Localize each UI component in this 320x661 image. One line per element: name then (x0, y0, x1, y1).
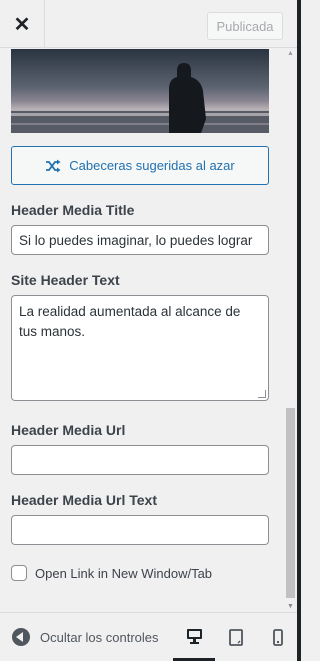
open-new-window-checkbox[interactable] (11, 565, 27, 581)
header-media-title-label: Header Media Title (11, 202, 135, 218)
header-media-url-text-input[interactable] (11, 515, 269, 545)
site-header-text-label: Site Header Text (11, 272, 120, 288)
desktop-icon (186, 628, 202, 644)
site-header-text-textarea[interactable]: La realidad aumentada al alcance de tus … (11, 295, 269, 401)
close-button[interactable]: ✕ (0, 0, 45, 48)
customizer-footer: Ocultar los controles (0, 612, 297, 661)
hide-controls-button[interactable]: Ocultar los controles (12, 613, 159, 661)
device-tablet-button[interactable] (215, 613, 257, 661)
header-media-url-input[interactable] (11, 445, 269, 475)
header-image-picture (11, 49, 269, 133)
open-new-window-label[interactable]: Open Link in New Window/Tab (35, 566, 212, 581)
scrollbar-thumb[interactable] (286, 408, 295, 598)
header-media-title-input[interactable]: Si lo puedes imaginar, lo puedes lograr (11, 225, 269, 255)
tablet-icon (229, 628, 243, 646)
device-desktop-button[interactable] (173, 613, 215, 661)
shuffle-icon (46, 159, 61, 172)
collapse-arrow-icon (12, 628, 30, 646)
publish-button[interactable]: Publicada (207, 12, 283, 40)
close-icon: ✕ (13, 13, 31, 36)
controls-panel[interactable]: Cabeceras sugeridas al azar Header Media… (0, 49, 297, 612)
random-headers-label: Cabeceras sugeridas al azar (69, 158, 235, 173)
header-media-url-label: Header Media Url (11, 422, 126, 438)
hide-controls-label: Ocultar los controles (40, 629, 159, 645)
random-headers-button[interactable]: Cabeceras sugeridas al azar (11, 146, 269, 185)
scroll-down-arrow-icon[interactable]: ▼ (284, 602, 297, 612)
site-header-text-value: La realidad aumentada al alcance de tus … (19, 304, 241, 339)
header-media-url-text-label: Header Media Url Text (11, 492, 158, 508)
scroll-up-arrow-icon[interactable]: ▲ (284, 49, 297, 59)
header-image[interactable] (11, 49, 269, 133)
panel-scrollbar[interactable]: ▲ ▼ (284, 49, 297, 612)
preview-edge (297, 0, 301, 661)
open-new-window-option: Open Link in New Window/Tab (11, 565, 212, 581)
customizer-header: ✕ Publicada (0, 0, 301, 48)
device-mobile-button[interactable] (257, 613, 299, 661)
resize-handle[interactable] (258, 390, 266, 398)
mobile-icon (273, 628, 283, 646)
